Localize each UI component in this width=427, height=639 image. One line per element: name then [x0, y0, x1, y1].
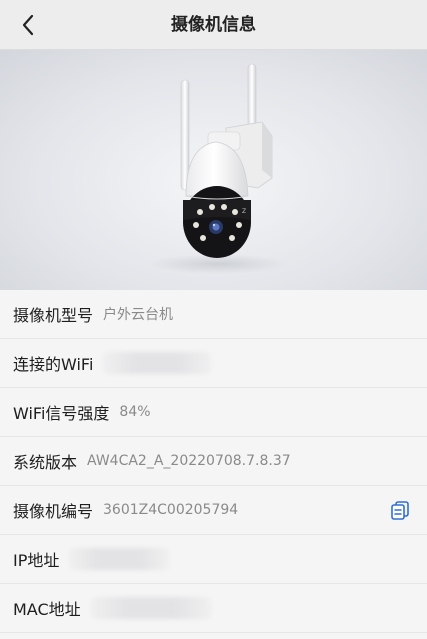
version-label: 系统版本: [13, 453, 78, 472]
signal-value: 84%: [119, 404, 151, 420]
serial-label: 摄像机编号: [13, 502, 94, 521]
version-value: AW4CA2_A_20220708.7.8.37: [87, 453, 291, 469]
info-row-model: 摄像机型号 户外云台机: [0, 290, 427, 339]
wifi-label: 连接的WiFi: [13, 355, 94, 374]
info-row-serial: 摄像机编号 3601Z4C00205794: [0, 486, 427, 535]
info-row-wifi: 连接的WiFi: [0, 339, 427, 388]
info-row-ip: IP地址: [0, 535, 427, 584]
copy-icon[interactable]: [389, 499, 411, 521]
model-label: 摄像机型号: [13, 306, 94, 325]
mac-value-redacted: [90, 597, 211, 619]
wifi-value-redacted: [103, 352, 212, 374]
signal-label: WiFi信号强度: [13, 404, 110, 423]
serial-value: 3601Z4C00205794: [103, 502, 239, 518]
svg-text:Z: Z: [242, 208, 246, 215]
page-title: 摄像机信息: [171, 15, 256, 35]
top-bar: 摄像机信息: [0, 0, 427, 50]
camera-product-image: Z: [0, 50, 427, 290]
camera-info-list: 摄像机型号 户外云台机 连接的WiFi WiFi信号强度 84% 系统版本 AW…: [0, 290, 427, 633]
info-row-signal: WiFi信号强度 84%: [0, 388, 427, 437]
ip-label: IP地址: [13, 551, 60, 570]
mac-label: MAC地址: [13, 600, 81, 619]
info-row-version: 系统版本 AW4CA2_A_20220708.7.8.37: [0, 437, 427, 486]
ip-value-redacted: [69, 548, 170, 570]
info-row-mac: MAC地址: [0, 584, 427, 633]
model-value: 户外云台机: [103, 307, 174, 323]
